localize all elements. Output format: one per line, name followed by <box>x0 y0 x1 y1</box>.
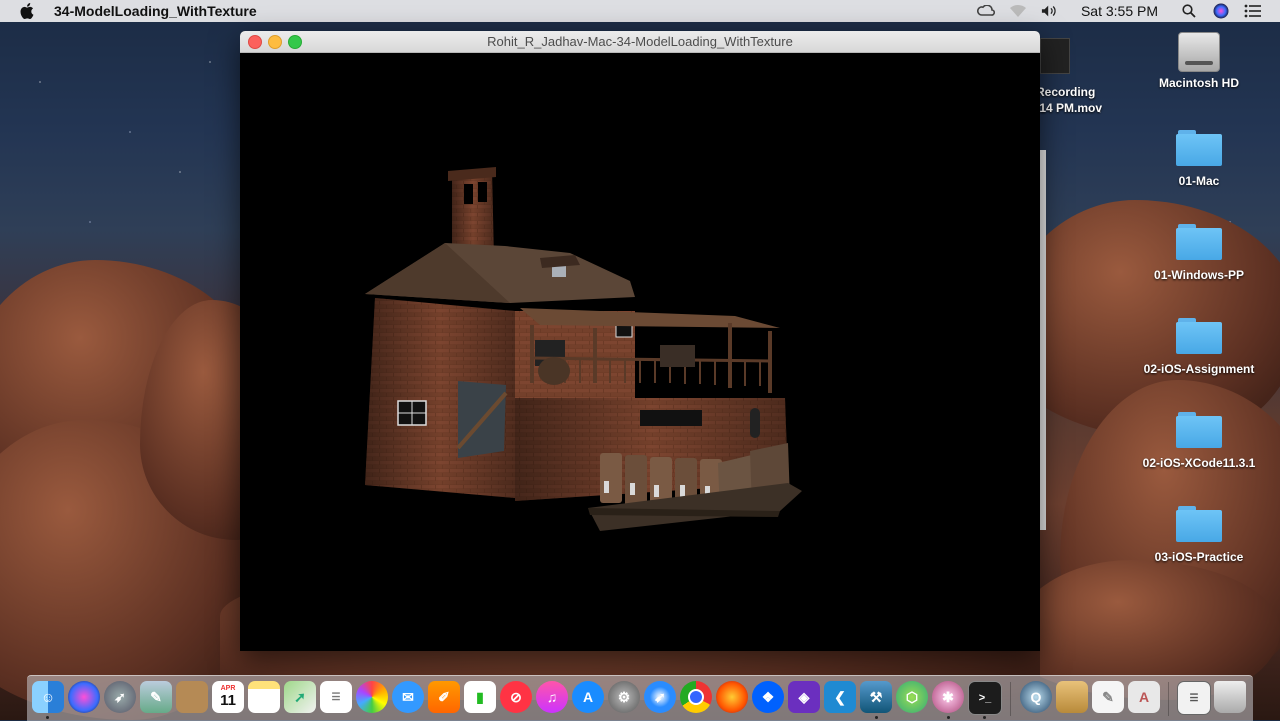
folder-icon <box>1176 506 1222 542</box>
wifi-icon[interactable] <box>1009 4 1027 18</box>
trash-icon[interactable] <box>1214 681 1246 713</box>
folder-icon <box>1176 224 1222 260</box>
notes-icon[interactable] <box>248 681 280 713</box>
window-title: Rohit_R_Jadhav-Mac-34-ModelLoading_WithT… <box>487 34 793 49</box>
minimize-button[interactable] <box>268 35 282 49</box>
contacts-icon[interactable] <box>176 681 208 713</box>
photos-icon[interactable] <box>356 681 388 713</box>
opengl-render-canvas[interactable] <box>240 53 1040 651</box>
visual-studio-icon[interactable]: ◈ <box>788 681 820 713</box>
creative-cloud-icon[interactable] <box>976 4 995 18</box>
calendar-icon[interactable]: APR 11 <box>212 681 244 713</box>
siri-icon[interactable] <box>1212 3 1230 19</box>
dock: ☺ ➶ ✎ APR 11 ➚ ☰ ✉ ✐ ▮ ⊘ ♫ A ⚙ ➹ ❖ ◈ ❮ ⚒… <box>27 675 1253 721</box>
app-window: Rohit_R_Jadhav-Mac-34-ModelLoading_WithT… <box>240 31 1040 651</box>
clock[interactable]: Sat 3:55 PM <box>1081 3 1158 19</box>
house-model-render <box>365 167 802 531</box>
chrome-icon[interactable] <box>680 681 712 713</box>
textedit-icon[interactable]: ✎ <box>1092 681 1124 713</box>
notification-center-icon[interactable] <box>1244 4 1262 18</box>
desktop-icon-02-ios-xcode[interactable]: 02-iOS-XCode11.3.1 <box>1140 412 1258 470</box>
active-app-name[interactable]: 34-ModelLoading_WithTexture <box>54 3 257 19</box>
desktop-icon-label: 02-iOS-Assignment <box>1143 362 1255 376</box>
reminders-icon[interactable]: ☰ <box>320 681 352 713</box>
menu-bar: 34-ModelLoading_WithTexture Sat 3:55 PM <box>0 0 1280 22</box>
xcode-icon[interactable]: ⚒ <box>860 681 892 713</box>
window-titlebar[interactable]: Rohit_R_Jadhav-Mac-34-ModelLoading_WithT… <box>240 31 1040 53</box>
desktop-icon-label: 02-iOS-XCode11.3.1 <box>1142 456 1256 470</box>
desktop-icon-01-mac[interactable]: 01-Mac <box>1140 130 1258 188</box>
numbers-icon[interactable]: ▮ <box>464 681 496 713</box>
zoom-button[interactable] <box>288 35 302 49</box>
video-file-label[interactable]: Recording .14 PM.mov <box>1036 84 1102 116</box>
spotlight-search-icon[interactable] <box>1180 4 1198 18</box>
pages-icon[interactable]: ✐ <box>428 681 460 713</box>
desktop-icon-macintosh-hd[interactable]: Macintosh HD <box>1140 32 1258 90</box>
folder-icon <box>1176 412 1222 448</box>
desktop-icon-label: 03-iOS-Practice <box>1154 550 1244 564</box>
volume-icon[interactable] <box>1041 4 1059 18</box>
vscode-icon[interactable]: ❮ <box>824 681 856 713</box>
desktop-icon-01-windows-pp[interactable]: 01-Windows-PP <box>1140 224 1258 282</box>
launchpad-icon[interactable]: ➶ <box>104 681 136 713</box>
hard-drive-icon <box>1178 32 1220 72</box>
safari-icon[interactable]: ➹ <box>644 681 676 713</box>
desktop-icon-label: 01-Windows-PP <box>1154 268 1244 282</box>
desktop-icon-label: Macintosh HD <box>1158 76 1239 90</box>
app-store-icon[interactable]: A <box>572 681 604 713</box>
folder-icon <box>1176 130 1222 166</box>
archive-utility-icon[interactable] <box>1056 681 1088 713</box>
firefox-icon[interactable] <box>716 681 748 713</box>
dropbox-icon[interactable]: ❖ <box>752 681 784 713</box>
quicktime-icon[interactable]: Q <box>1020 681 1052 713</box>
desktop-icon-02-ios-assignment[interactable]: 02-iOS-Assignment <box>1140 318 1258 376</box>
close-button[interactable] <box>248 35 262 49</box>
downloads-stack-icon[interactable]: ☰ <box>1177 681 1211 715</box>
system-preferences-icon[interactable]: ⚙ <box>608 681 640 713</box>
finder-icon[interactable]: ☺ <box>32 681 64 713</box>
preview-icon[interactable]: ✎ <box>140 681 172 713</box>
apple-icon[interactable] <box>20 3 34 19</box>
music-icon[interactable]: ♫ <box>536 681 568 713</box>
desktop-icon-label: 01-Mac <box>1178 174 1220 188</box>
messages-icon[interactable]: ✉ <box>392 681 424 713</box>
video-file-thumbnail[interactable] <box>1040 38 1070 74</box>
documents-icon[interactable]: A <box>1128 681 1160 713</box>
siri-dock-icon[interactable] <box>68 681 100 713</box>
android-studio-icon[interactable]: ⬡ <box>896 681 928 713</box>
maps-icon[interactable]: ➚ <box>284 681 316 713</box>
desktop-icon-03-ios-practice[interactable]: 03-iOS-Practice <box>1140 506 1258 564</box>
folder-icon <box>1176 318 1222 354</box>
terminal-icon[interactable]: >_ <box>968 681 1002 715</box>
instruments-icon[interactable]: ✱ <box>932 681 964 713</box>
news-icon[interactable]: ⊘ <box>500 681 532 713</box>
